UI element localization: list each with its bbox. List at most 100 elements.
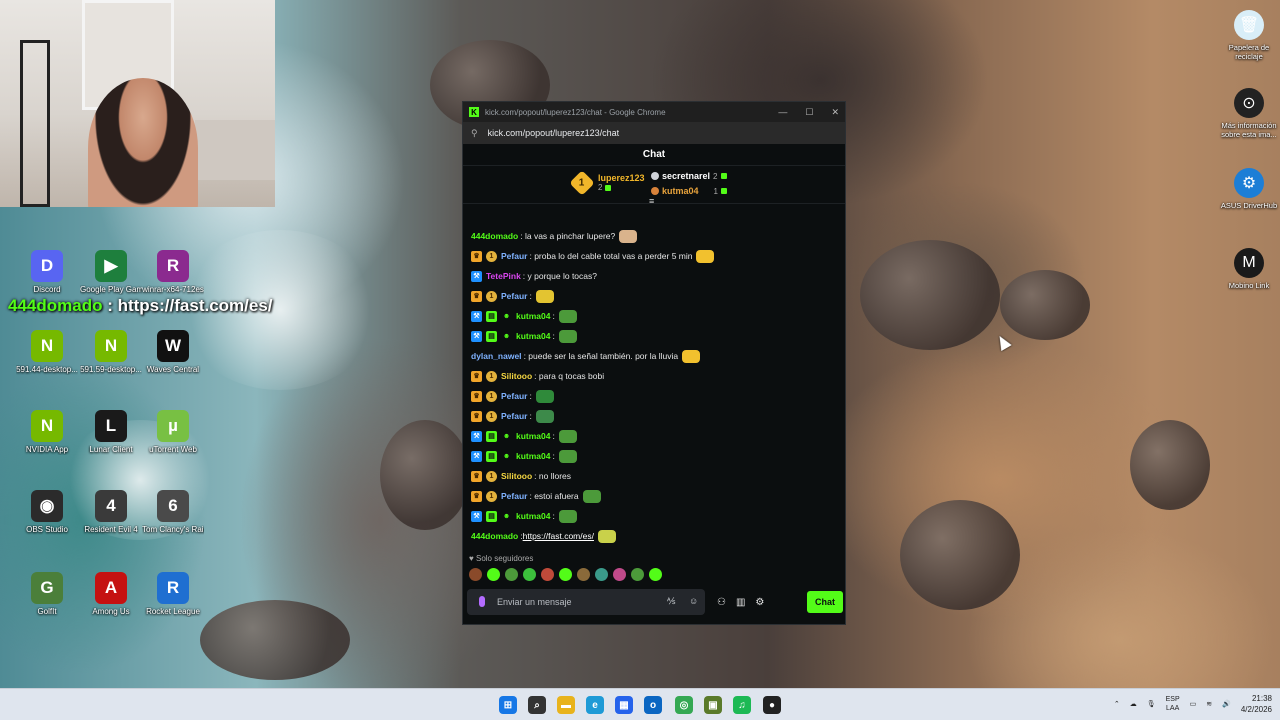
desktop-icon[interactable]: R Rocket League [142,572,204,617]
taskbar-chrome-icon[interactable]: ◎ [675,696,693,714]
desktop-icon[interactable]: 🗑 Papelera de reciclaje [1216,10,1280,61]
volume-icon[interactable]: 🔊 [1222,700,1231,708]
gifter-badge-icon[interactable]: 1 [486,370,497,382]
quick-emote-icon[interactable] [577,568,590,581]
moderator-badge-icon[interactable]: ⚒ [471,330,482,342]
leaderboard-third[interactable]: kutma04 1 [651,186,727,196]
send-chat-button[interactable]: Chat [807,591,843,613]
verified-badge-icon[interactable]: ▤ [486,450,497,462]
taskbar-explorer-icon[interactable]: ▬ [557,696,575,714]
subscriber-crown-icon[interactable]: ♛ [471,390,482,402]
verified-badge-icon[interactable]: ▤ [486,310,497,322]
minimize-button[interactable]: — [778,107,787,118]
desktop-icon[interactable]: ⊙ Más información sobre esta ima... [1216,88,1280,139]
frog-badge-icon[interactable]: ☻ [501,331,512,342]
chat-emote-icon[interactable] [558,429,577,443]
wifi-icon[interactable]: ≋ [1206,700,1212,708]
emoji-icon[interactable]: ☺ [689,596,698,606]
desktop-icon[interactable]: ▶ Google Play Games [80,250,142,295]
subscriber-crown-icon[interactable]: ♛ [471,490,482,502]
chat-message-link[interactable]: https://fast.com/es/ [523,531,594,541]
frog-badge-icon[interactable]: ☻ [501,451,512,462]
close-button[interactable]: ✕ [831,107,839,118]
desktop-icon[interactable]: 4 Resident Evil 4 [80,490,142,535]
chat-username[interactable]: kutma04 [516,451,551,461]
chat-username[interactable]: Pefaur [501,291,527,301]
taskbar-search-icon[interactable]: ⌕ [528,696,546,714]
chat-username[interactable]: Pefaur [501,391,527,401]
chat-emote-icon[interactable] [619,229,638,243]
desktop-icon[interactable]: N 591.59-desktop... [80,330,142,375]
subscriber-crown-icon[interactable]: ♛ [471,470,482,482]
leaderboard-first[interactable]: 1 luperez123 2 [569,169,645,196]
subscriber-crown-icon[interactable]: ♛ [471,370,482,382]
language-indicator[interactable]: ESP LAA [1166,695,1180,713]
gifter-badge-icon[interactable]: 1 [486,290,497,302]
quick-emote-icon[interactable] [523,568,536,581]
maximize-button[interactable]: ☐ [805,107,813,118]
chat-emote-icon[interactable] [582,489,601,503]
desktop-icon[interactable]: 6 Tom Clancy's Rainbow Six... [142,490,204,535]
chat-username[interactable]: 444domado [471,531,518,541]
desktop-icon[interactable]: A Among Us [80,572,142,617]
desktop-icon[interactable]: N 591.44-desktop... [16,330,78,375]
site-settings-icon[interactable]: ⚲ [471,128,478,139]
frog-badge-icon[interactable]: ☻ [501,511,512,522]
desktop-icon[interactable]: ◉ OBS Studio [16,490,78,535]
network-icon[interactable]: ☁ [1130,700,1137,708]
chat-emote-icon[interactable] [558,309,577,323]
desktop-icon[interactable]: M Mobino Link [1216,248,1280,290]
chat-emote-icon[interactable] [535,389,554,403]
chat-emote-icon[interactable] [535,409,554,423]
quick-emote-icon[interactable] [613,568,626,581]
mic-tray-icon[interactable]: 🎙 [1147,700,1156,708]
taskbar-edge-icon[interactable]: e [586,696,604,714]
moderator-badge-icon[interactable]: ⚒ [471,450,482,462]
gifter-badge-icon[interactable]: 1 [486,410,497,422]
chat-username[interactable]: Silitooo [501,471,532,481]
frog-badge-icon[interactable]: ☻ [501,311,512,322]
moderator-badge-icon[interactable]: ⚒ [471,270,482,282]
chat-emote-icon[interactable] [682,349,701,363]
taskbar-minecraft-icon[interactable]: ▣ [704,696,722,714]
leaderboard-second[interactable]: secretnarel 2 [651,171,727,181]
verified-badge-icon[interactable]: ▤ [486,510,497,522]
quick-emote-icon[interactable] [649,568,662,581]
subscriber-crown-icon[interactable]: ♛ [471,410,482,422]
quick-emote-icon[interactable] [487,568,500,581]
clock[interactable]: 21:38 4/2/2026 [1241,693,1272,715]
taskbar-outlook-icon[interactable]: o [644,696,662,714]
moderator-badge-icon[interactable]: ⚒ [471,510,482,522]
display-icon[interactable]: ▭ [1190,700,1197,708]
chat-username[interactable]: kutma04 [516,511,551,521]
chat-emote-icon[interactable] [597,529,616,543]
translate-icon[interactable]: ⅍ [667,596,676,606]
chat-username[interactable]: TetePink [486,271,521,281]
desktop-icon[interactable]: D Discord [16,250,78,295]
desktop-icon[interactable]: ⚙ ASUS DriverHub [1216,168,1280,210]
window-titlebar[interactable]: K kick.com/popout/luperez123/chat - Goog… [463,102,845,122]
verified-badge-icon[interactable]: ▤ [486,430,497,442]
gifter-badge-icon[interactable]: 1 [486,490,497,502]
store-icon[interactable]: ▥ [736,597,745,608]
desktop-icon[interactable]: µ uTorrent Web [142,410,204,455]
desktop-icon[interactable]: G GolfIt [16,572,78,617]
chat-emote-icon[interactable] [558,329,577,343]
subscriber-crown-icon[interactable]: ♛ [471,250,482,262]
chat-username[interactable]: Pefaur [501,411,527,421]
taskbar-spotify-icon[interactable]: ♫ [733,696,751,714]
show-hidden-icons-icon[interactable]: ⌃ [1114,700,1120,708]
kicks-icon[interactable]: ⚇ [717,597,726,608]
chat-username[interactable]: dylan_nawel [471,351,522,361]
quick-emote-icon[interactable] [595,568,608,581]
subscriber-crown-icon[interactable]: ♛ [471,290,482,302]
desktop-icon[interactable]: Rwinrar-x64-712es [142,250,204,295]
settings-gear-icon[interactable]: ⚙ [755,597,764,608]
taskbar-start-icon[interactable]: ⊞ [499,696,517,714]
chat-username[interactable]: kutma04 [516,311,551,321]
gifter-badge-icon[interactable]: 1 [486,390,497,402]
quick-emote-icon[interactable] [559,568,572,581]
chat-emote-icon[interactable] [535,289,554,303]
chat-emote-icon[interactable] [696,249,715,263]
quick-emote-icon[interactable] [505,568,518,581]
